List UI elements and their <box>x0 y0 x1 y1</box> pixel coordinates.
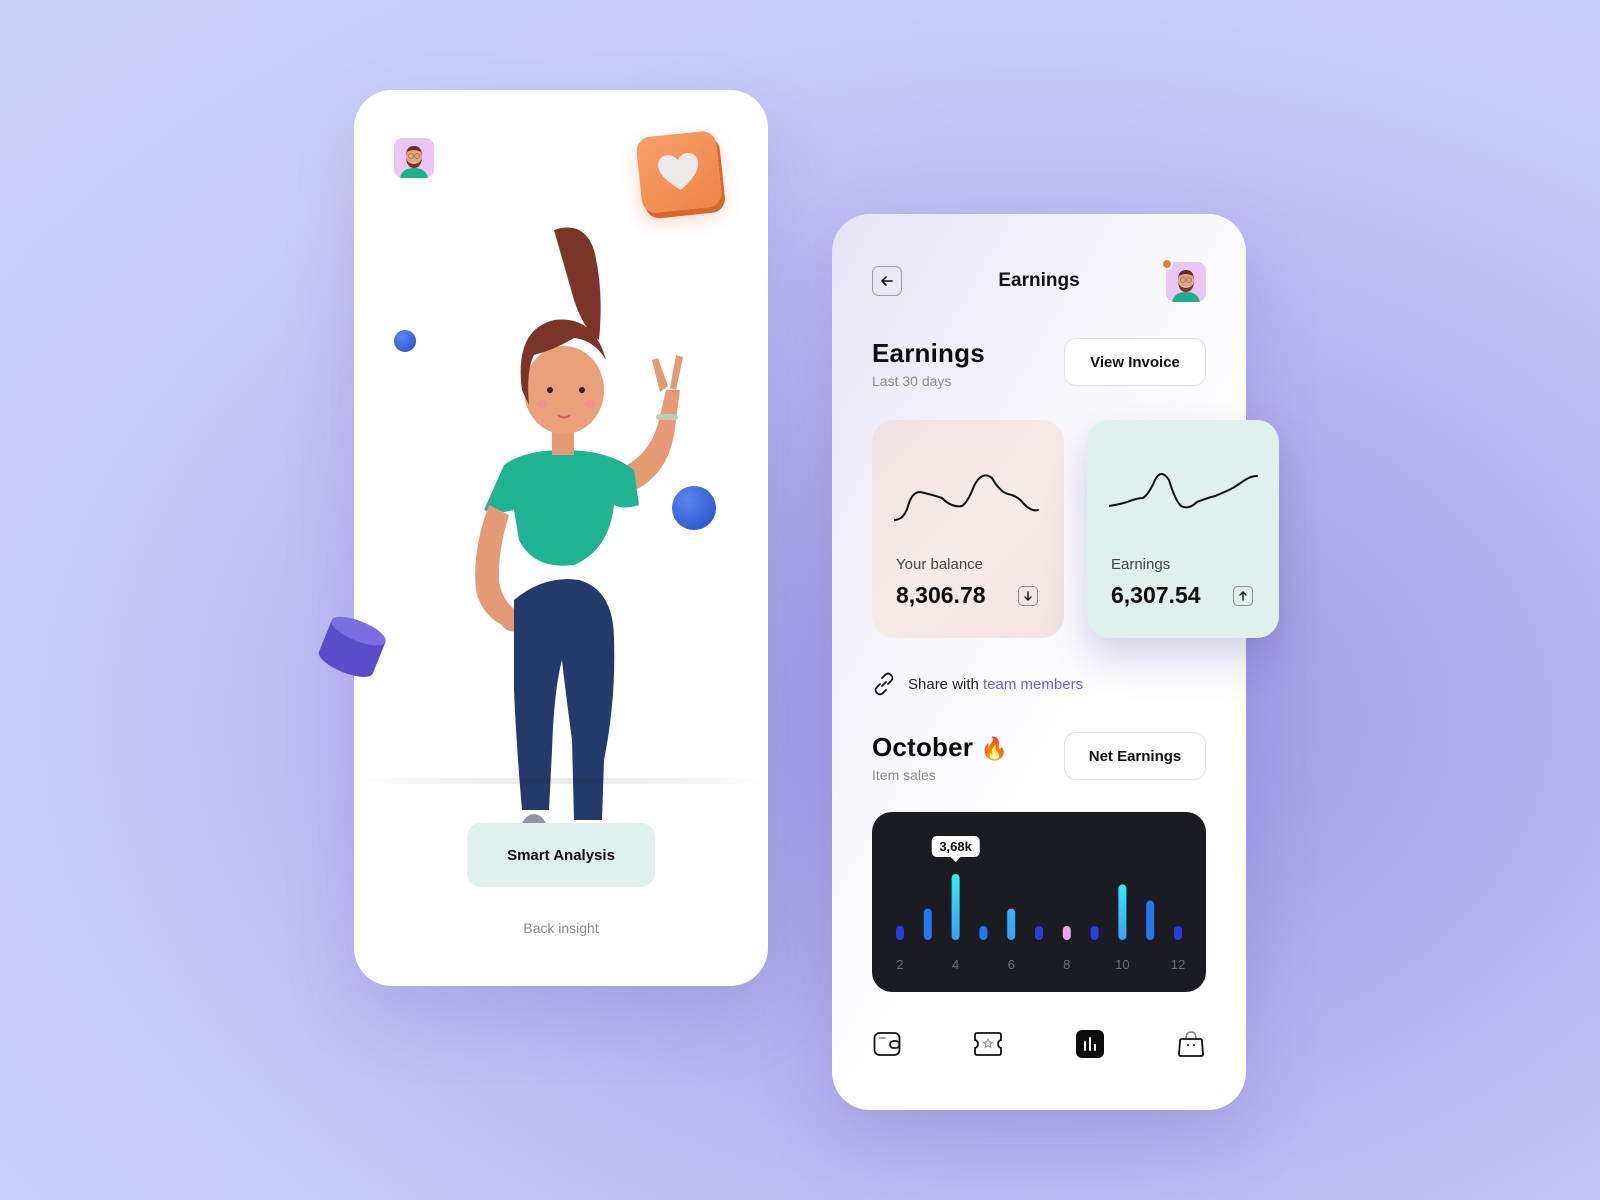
user-avatar[interactable] <box>394 138 434 178</box>
smart-analysis-button[interactable]: Smart Analysis <box>467 823 655 887</box>
bar-8[interactable] <box>1062 926 1071 940</box>
earnings-screen: Earnings Earnings Last 30 days View Invo… <box>832 214 1279 1110</box>
x-tick-label: 6 <box>1008 957 1015 972</box>
avatar-illustration-icon <box>1166 262 1206 302</box>
item-sales-chart: 2 4 6 8 10 12 3,68k <box>872 812 1206 992</box>
balance-label: Your balance <box>896 556 984 573</box>
profile-avatar[interactable] <box>1166 262 1206 302</box>
earnings-sparkline <box>1109 473 1258 509</box>
earnings-value: 6,307.54 <box>1111 582 1201 608</box>
bar-9[interactable] <box>1090 926 1099 940</box>
team-members-link[interactable]: team members <box>983 676 1083 693</box>
earnings-label: Earnings <box>1111 556 1171 573</box>
floor-shadow <box>354 778 768 784</box>
shopping-bag-icon <box>1178 1031 1204 1057</box>
x-tick-label: 4 <box>952 957 959 972</box>
notification-dot <box>1161 258 1173 270</box>
bar-2[interactable] <box>896 926 904 940</box>
october-title: October <box>872 732 974 762</box>
bar-6[interactable] <box>1007 908 1016 940</box>
nav-shop[interactable] <box>1176 1029 1206 1059</box>
balance-sparkline <box>894 474 1039 521</box>
earnings-card[interactable]: Earnings 6,307.54 <box>1087 420 1279 638</box>
decorative-sphere-small <box>394 330 416 352</box>
bar-4[interactable] <box>951 874 960 940</box>
share-row[interactable]: Share with team members <box>872 672 1083 696</box>
bar-7[interactable] <box>1035 926 1043 940</box>
onboarding-screen: Smart Analysis Back insight <box>354 90 768 986</box>
x-tick-label: 8 <box>1063 957 1070 972</box>
arrow-down-icon <box>1018 586 1038 606</box>
link-icon <box>874 672 894 696</box>
nav-stats[interactable] <box>1075 1029 1105 1059</box>
balance-value: 8,306.78 <box>896 582 986 608</box>
fire-icon: 🔥 <box>980 736 1009 761</box>
bar-11[interactable] <box>1146 900 1155 940</box>
character-illustration <box>475 227 683 862</box>
ticket-icon <box>974 1032 1003 1056</box>
net-earnings-button[interactable]: Net Earnings <box>1064 732 1206 780</box>
bar-10[interactable] <box>1118 884 1127 940</box>
nav-tickets[interactable] <box>973 1029 1003 1059</box>
back-insight-link[interactable]: Back insight <box>354 920 768 936</box>
bar-chart-icon <box>1075 1030 1104 1058</box>
chart-tooltip: 3,68k <box>931 836 980 862</box>
x-tick-label: 2 <box>896 957 903 972</box>
bar-chart: 2 4 6 8 10 12 <box>896 874 1185 972</box>
page-title: Earnings <box>998 270 1080 291</box>
balance-card[interactable]: Your balance 8,306.78 <box>872 420 1064 638</box>
top-bar: Earnings <box>872 258 1206 302</box>
nav-wallet[interactable] <box>872 1029 902 1059</box>
x-tick-label: 10 <box>1115 957 1129 972</box>
heart-icon <box>658 153 699 190</box>
x-tick-label: 12 <box>1171 957 1185 972</box>
earnings-header: Earnings Last 30 days View Invoice <box>872 338 1206 389</box>
arrow-up-icon <box>1233 586 1253 606</box>
bottom-nav <box>872 1024 1206 1064</box>
bar-5[interactable] <box>979 926 988 940</box>
share-prefix: Share with <box>908 675 979 693</box>
decorative-cylinder <box>318 616 386 677</box>
avatar-illustration-icon <box>394 138 434 178</box>
bar-12[interactable] <box>1174 926 1182 940</box>
view-invoice-button[interactable]: View Invoice <box>1064 338 1206 386</box>
wallet-icon <box>873 1032 901 1056</box>
bar-3[interactable] <box>923 908 932 940</box>
like-badge <box>635 130 723 214</box>
october-header: October 🔥 Item sales Net Earnings <box>872 732 1206 783</box>
